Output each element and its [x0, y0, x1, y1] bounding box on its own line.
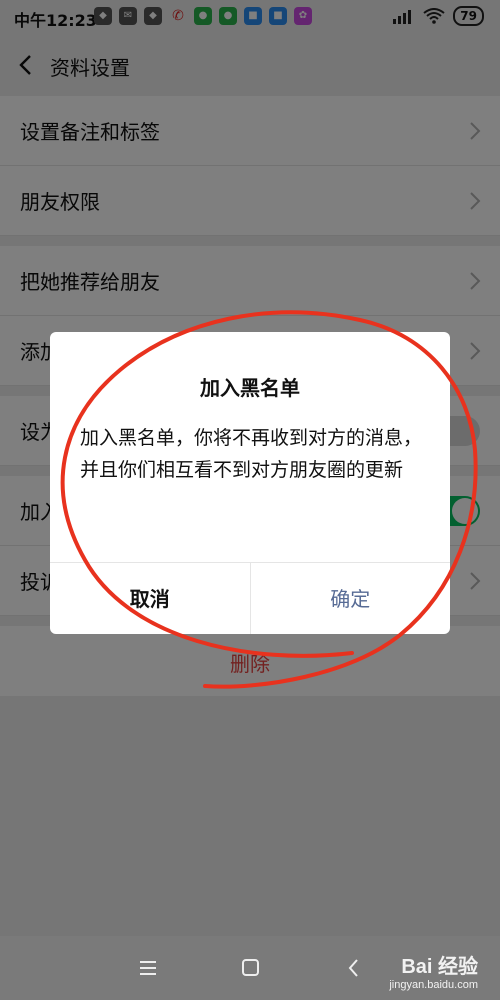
home-icon[interactable] [236, 954, 266, 982]
dialog-title: 加入黑名单 [200, 376, 300, 400]
watermark-sub: jingyan.baidu.com [389, 979, 478, 991]
dialog-message: 加入黑名单，你将不再收到对方的消息，并且你们相互看不到对方朋友圈的更新 [80, 427, 423, 481]
confirm-button[interactable]: 确定 [251, 563, 451, 634]
dialog-actions: 取消 确定 [50, 562, 450, 634]
blacklist-dialog: 加入黑名单 加入黑名单，你将不再收到对方的消息，并且你们相互看不到对方朋友圈的更… [50, 332, 450, 634]
cancel-button[interactable]: 取消 [50, 563, 251, 634]
watermark: Bai 经验 jingyan.baidu.com [389, 950, 478, 991]
menu-icon[interactable] [134, 954, 164, 982]
system-nav-bar: Bai 经验 jingyan.baidu.com [0, 936, 500, 1000]
watermark-main: Bai 经验 [401, 956, 478, 978]
back-icon[interactable] [340, 954, 370, 982]
